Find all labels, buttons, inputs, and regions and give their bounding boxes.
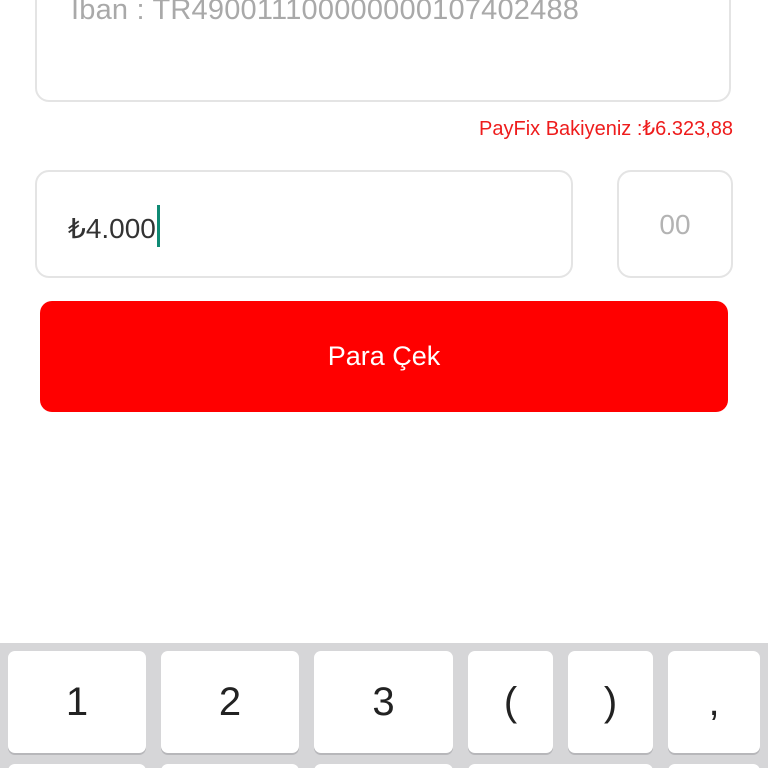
iban-placeholder: Iban : TR490011100000000107402488 (71, 0, 580, 26)
key-open-paren[interactable]: ( (468, 651, 553, 753)
key-row2-4[interactable] (468, 764, 653, 768)
key-row2-5[interactable] (668, 764, 760, 768)
key-row2-2[interactable] (161, 764, 299, 768)
text-caret (156, 205, 160, 247)
key-row2-1[interactable] (8, 764, 146, 768)
key-1[interactable]: 1 (8, 651, 146, 753)
key-3[interactable]: 3 (314, 651, 453, 753)
numeric-keyboard: 1 2 3 ( ) , (0, 643, 768, 768)
withdraw-screen: Iban : TR490011100000000107402488 PayFix… (0, 0, 768, 768)
amount-value-wrap: ₺4.000 (68, 205, 160, 247)
payfix-balance-label: PayFix Bakiyeniz :₺6.323,88 (479, 118, 733, 140)
iban-input[interactable]: Iban : TR490011100000000107402488 (35, 0, 731, 102)
withdraw-button[interactable]: Para Çek (40, 301, 728, 412)
cents-placeholder: 00 (659, 209, 691, 240)
key-comma[interactable]: , (668, 651, 760, 753)
key-close-paren[interactable]: ) (568, 651, 653, 753)
cents-input[interactable]: 00 (617, 170, 733, 278)
key-2[interactable]: 2 (161, 651, 299, 753)
amount-input[interactable]: ₺4.000 (35, 170, 573, 278)
amount-value: ₺4.000 (68, 212, 156, 244)
key-row2-3[interactable] (314, 764, 453, 768)
